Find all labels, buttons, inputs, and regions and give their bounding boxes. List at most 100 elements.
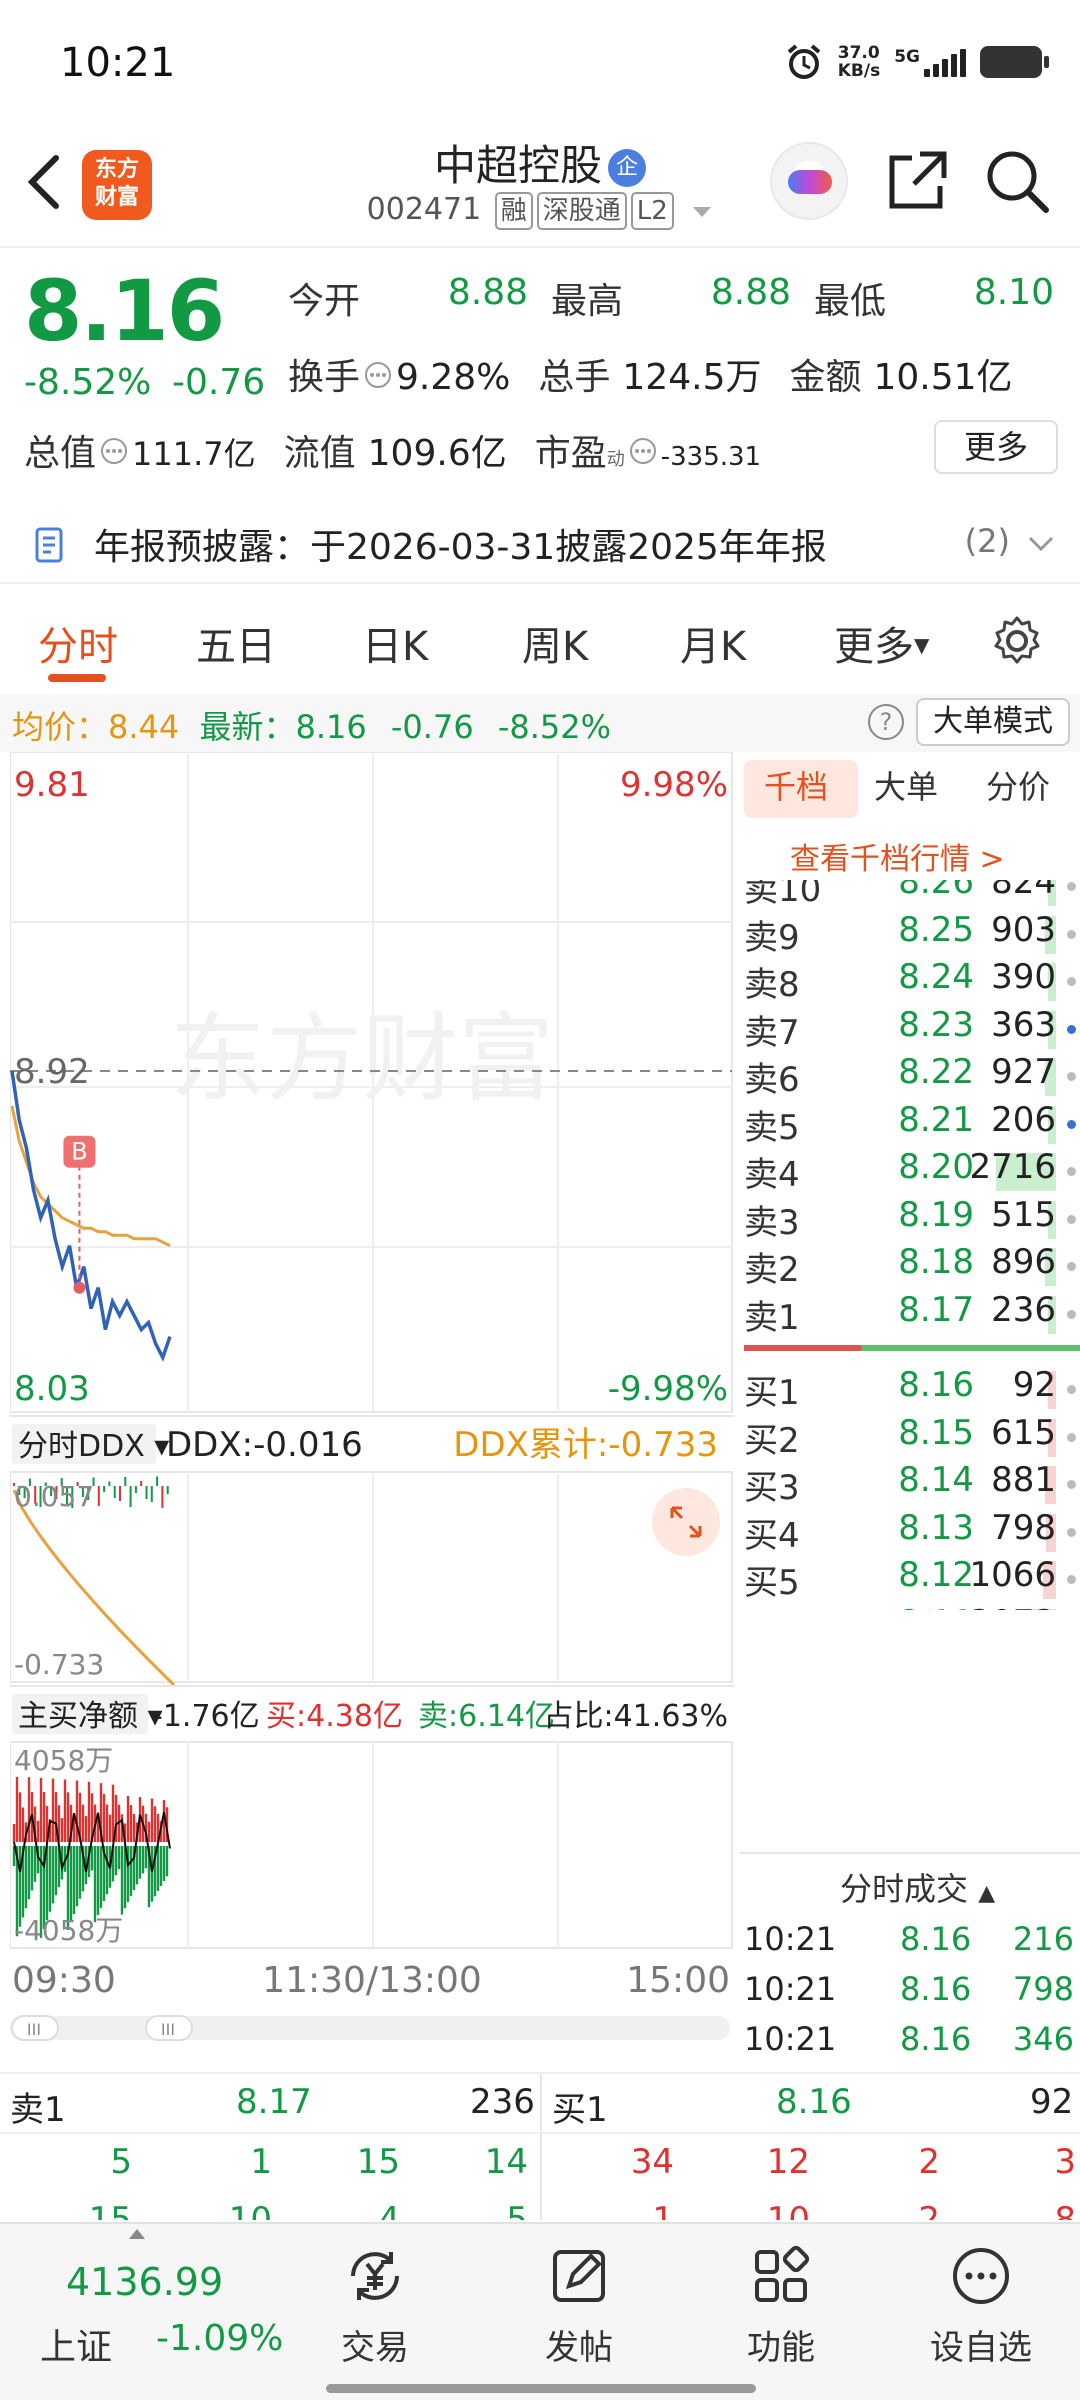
view-depth-link[interactable]: 查看千档行情 > xyxy=(790,834,1005,878)
price-axis-bottom: 8.03 xyxy=(14,1369,90,1409)
status-dot xyxy=(1067,1480,1076,1489)
pct-axis-top: 9.98% xyxy=(620,765,728,805)
tab-daily-k[interactable]: 日K xyxy=(362,614,428,672)
dropdown-triangle-icon[interactable] xyxy=(691,205,713,219)
change-amount: -0.76 xyxy=(172,362,266,403)
ticks-title[interactable]: 分时成交 ▲ xyxy=(840,1864,995,1910)
average-price-row: 均价：8.44 最新：8.16 -0.76 -8.52% ? 大单模式 xyxy=(0,694,1080,752)
bid-queue-cell: 12 xyxy=(766,2142,810,2182)
current-price: 8.16 xyxy=(24,262,225,360)
level-qty: 824 xyxy=(991,880,1056,902)
ask-queue-cell: 4 xyxy=(378,2200,400,2220)
ask-row-4[interactable]: 卖4 8.20 2716 xyxy=(740,1147,1080,1195)
tab-monthly-k[interactable]: 月K xyxy=(680,614,746,672)
side-tab-depth[interactable]: 千档 xyxy=(764,762,828,808)
settings-gear-icon[interactable] xyxy=(990,614,1044,668)
chevron-down-icon[interactable] xyxy=(1028,536,1054,552)
tick-price: 8.16 xyxy=(900,2020,972,2058)
bid-row-1[interactable]: 买1 8.16 92 xyxy=(740,1365,1080,1413)
buy-marker-label: B xyxy=(71,1138,87,1166)
level-price: 8.22 xyxy=(898,1052,974,1092)
bottom-ask-qty: 236 xyxy=(470,2082,535,2122)
info-dots-icon[interactable] xyxy=(100,437,128,465)
big-order-mode-button[interactable]: 大单模式 xyxy=(916,698,1070,746)
notice-bar[interactable]: 年报预披露：于2026-03-31披露2025年年报 (2) xyxy=(0,504,1080,584)
ask-row-8[interactable]: 卖8 8.24 390 xyxy=(740,957,1080,1005)
share-icon[interactable] xyxy=(884,148,950,214)
index-pct[interactable]: -1.09% xyxy=(156,2318,283,2359)
nav-trade[interactable]: 交易 xyxy=(300,2244,450,2369)
level-qty: 903 xyxy=(991,909,1056,950)
pct-axis-bottom: -9.98% xyxy=(608,1369,728,1409)
level-label: 买5 xyxy=(744,1563,800,1603)
quote-row-2: 换手 9.28% 总手 124.5万 金额 10.51亿 xyxy=(288,348,1013,400)
flow-axis-bottom: -4058万 xyxy=(14,1914,123,1947)
bid-row-4[interactable]: 买4 8.13 798 xyxy=(740,1508,1080,1556)
tab-five-day[interactable]: 五日 xyxy=(196,614,276,672)
stock-header: 东方 财富 中超控股企 002471 融深股通 L2 xyxy=(0,130,1080,248)
volume-value: 124.5万 xyxy=(622,357,762,398)
network-type: 5G xyxy=(894,47,966,77)
market-cap-value: 111.7亿 xyxy=(132,435,256,473)
info-dots-icon[interactable] xyxy=(629,437,657,465)
more-quote-button[interactable]: 更多 xyxy=(934,420,1058,474)
tab-intraday[interactable]: 分时 xyxy=(38,614,118,672)
status-dot xyxy=(1067,882,1076,891)
level-qty: 363 xyxy=(991,1004,1056,1045)
latest-pct: -8.52% xyxy=(497,708,612,746)
ask-row-10[interactable]: 卖10 8.26 824 xyxy=(740,880,1080,910)
status-dot xyxy=(1067,1527,1076,1537)
level-qty: 798 xyxy=(991,1507,1056,1548)
tag-level2: L2 xyxy=(630,192,674,230)
tab-weekly-k[interactable]: 周K xyxy=(522,614,588,672)
ddx-cumulative: DDX累计:-0.733 xyxy=(453,1425,718,1465)
tag-connect: 深股通 xyxy=(536,192,627,230)
home-indicator[interactable] xyxy=(326,2384,756,2393)
nav-post[interactable]: 发帖 xyxy=(504,2244,654,2369)
search-icon[interactable] xyxy=(984,148,1050,214)
intraday-chart-panel[interactable]: 东方财富 B 9.81 9.98% 8.92 8.03 -9.98% 分时DDX ▾ DDX:-… xyxy=(10,752,734,2072)
dropdown-triangle-icon: ▼ xyxy=(914,633,930,657)
level-qty: 881 xyxy=(991,1460,1056,1500)
bid-row-2[interactable]: 买2 8.15 615 xyxy=(740,1413,1080,1461)
edit-post-icon xyxy=(553,2250,605,2302)
order-book-panel: 千档 大单 分价 查看千档行情 > 卖10 8.26 824 卖9 8.25 903 卖8 8… xyxy=(740,752,1080,2072)
nav-functions[interactable]: 功能 xyxy=(706,2244,856,2369)
ask-row-7[interactable]: 卖7 8.23 363 xyxy=(740,1005,1080,1053)
grip-icon: III xyxy=(27,2020,41,2039)
index-value[interactable]: 4136.99 xyxy=(66,2260,223,2304)
side-tab-big-order[interactable]: 大单 xyxy=(874,762,938,808)
low-label: 最低 xyxy=(814,281,887,322)
nav-add-watchlist[interactable]: 设自选 xyxy=(906,2244,1056,2369)
market-cap-label: 总值 xyxy=(24,433,97,474)
ask-row-6[interactable]: 卖6 8.22 927 xyxy=(740,1052,1080,1100)
tick-time: 10:21 xyxy=(744,1970,837,2008)
level-price: 8.19 xyxy=(898,1194,974,1235)
bid-row-3[interactable]: 买3 8.14 881 xyxy=(740,1460,1080,1508)
tab-more[interactable]: 更多▼ xyxy=(834,614,929,672)
chart-tabs: 分时 五日 日K 周K 月K 更多▼ xyxy=(0,590,1080,694)
tick-row: 10:21 8.16 798 xyxy=(740,1970,1080,2018)
tick-row: 10:21 8.16 216 xyxy=(740,1920,1080,1968)
order-book-list[interactable]: 卖10 8.26 824 卖9 8.25 903 卖8 8.24 390 卖7 8.23 363 卖6 8… xyxy=(740,880,1080,1610)
side-tab-price-dist[interactable]: 分价 xyxy=(986,762,1050,808)
ask-row-1[interactable]: 卖1 8.17 236 xyxy=(740,1290,1080,1338)
ask-row-5[interactable]: 卖5 8.21 206 xyxy=(740,1100,1080,1148)
bid-row-5[interactable]: 买5 8.12 1066 xyxy=(740,1555,1080,1603)
notice-count: (2) xyxy=(964,522,1010,560)
status-dot xyxy=(1067,1262,1076,1271)
intraday-chart[interactable]: 东方财富 B 9.81 9.98% 8.92 8.03 -9.98% 分时DDX ▾DDX:-… xyxy=(10,752,734,2072)
ask-row-3[interactable]: 卖3 8.19 515 xyxy=(740,1195,1080,1243)
ask-row-2[interactable]: 卖2 8.18 896 xyxy=(740,1242,1080,1290)
index-name[interactable]: 上证 xyxy=(40,2318,112,2370)
amount-label: 金额 xyxy=(789,357,862,398)
price-line xyxy=(10,1070,172,1362)
turnover-value: 9.28% xyxy=(396,357,511,398)
bottom-nav: 4136.99 上证 -1.09% 交易 发帖 功能 设自选 xyxy=(0,2222,1080,2400)
info-dots-icon[interactable] xyxy=(364,361,392,389)
ask-row-9[interactable]: 卖9 8.25 903 xyxy=(740,910,1080,958)
ai-assistant-avatar-icon[interactable] xyxy=(770,142,848,220)
bid-row-6[interactable]: 买6 8.112072 xyxy=(740,1603,1080,1610)
level-label: 买4 xyxy=(744,1515,800,1556)
help-icon[interactable]: ? xyxy=(868,704,904,740)
